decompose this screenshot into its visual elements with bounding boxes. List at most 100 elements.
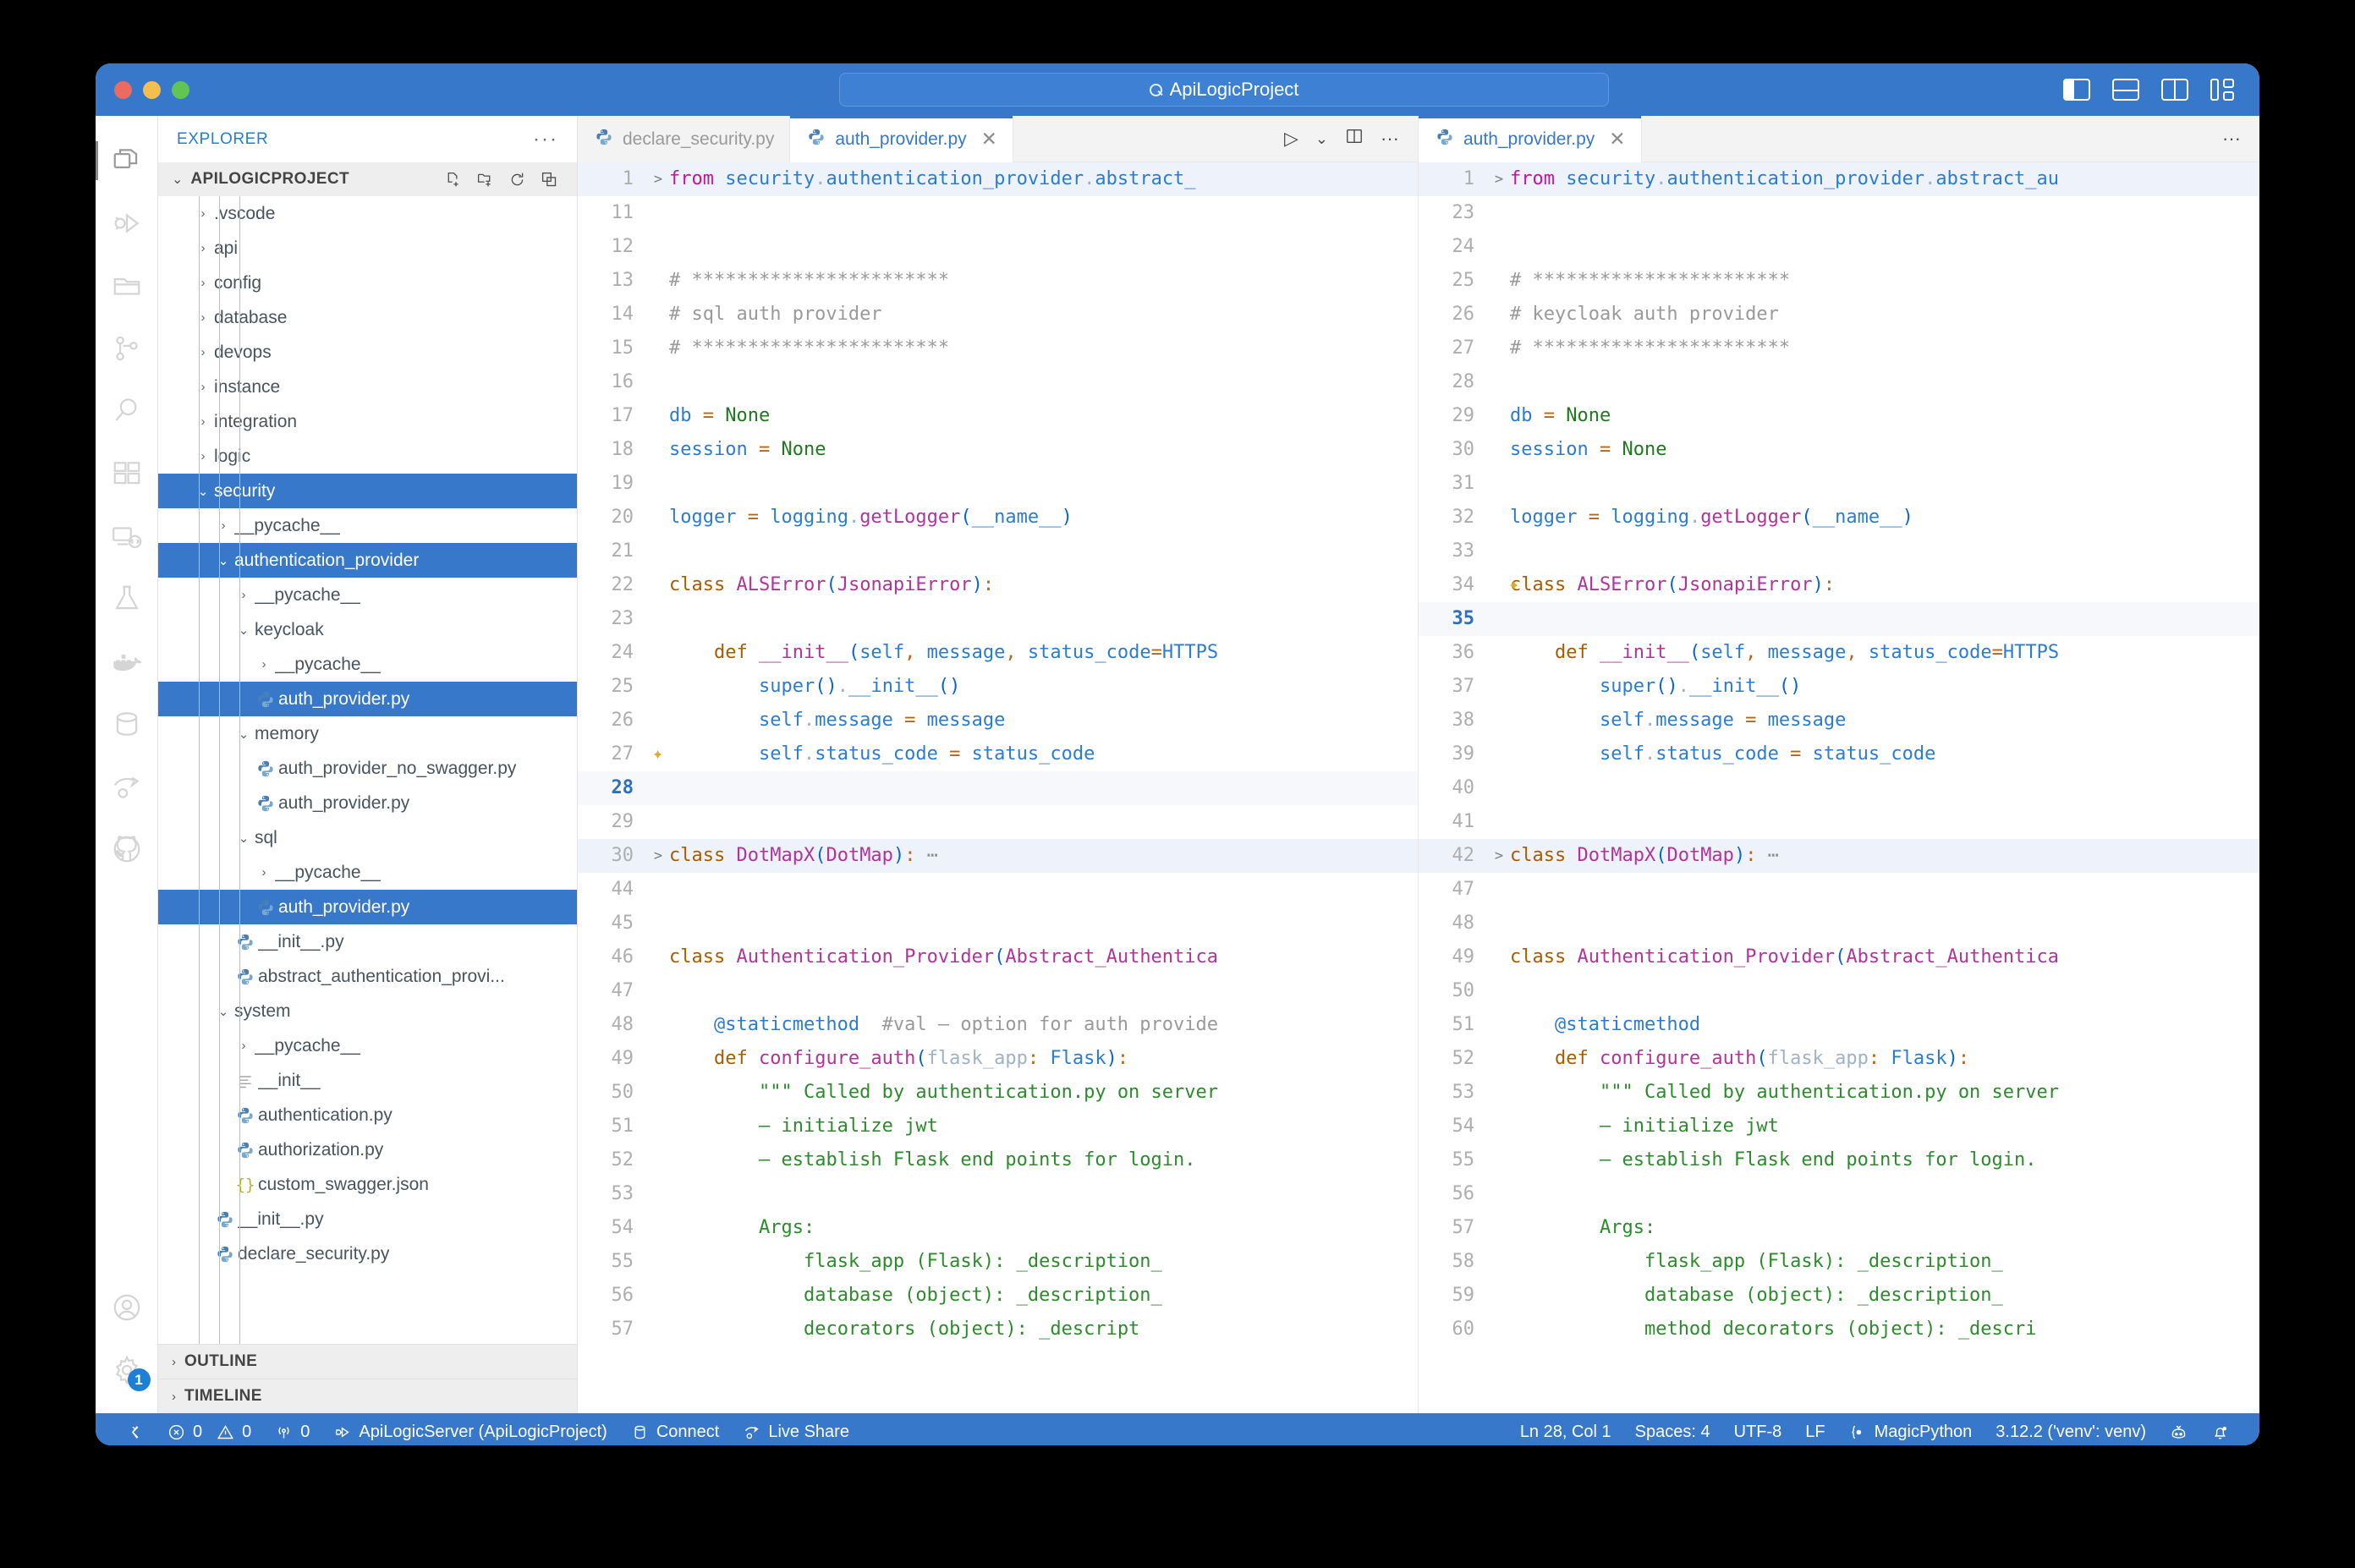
code-line[interactable]: 27 self.status_code = status_code ✦: [578, 737, 1418, 771]
chevron-down-icon[interactable]: ⌄: [212, 1004, 234, 1019]
status-problems[interactable]: 0 0: [156, 1413, 263, 1445]
code-line[interactable]: 57 Args:: [1419, 1211, 2259, 1245]
activity-accounts[interactable]: [96, 1276, 158, 1339]
code-line[interactable]: 25 # ***********************: [1419, 264, 2259, 298]
tree-item-devops[interactable]: › devops: [158, 335, 577, 370]
code-line[interactable]: 50 """ Called by authentication.py on se…: [578, 1076, 1418, 1110]
toggle-panel-icon[interactable]: [2112, 79, 2139, 101]
code-line[interactable]: 31: [1419, 467, 2259, 501]
more-actions-icon[interactable]: ···: [1381, 128, 1399, 150]
code-line[interactable]: 46 class Authentication_Provider(Abstract…: [578, 940, 1418, 974]
chevron-right-icon[interactable]: ›: [233, 588, 255, 602]
run-python-file-icon[interactable]: ▷: [1284, 128, 1298, 150]
code-editor-right[interactable]: 1 > from security.authentication_provider.…: [1419, 162, 2259, 1346]
code-line[interactable]: 45: [578, 907, 1418, 940]
code-line[interactable]: 40: [1419, 771, 2259, 805]
tree-item-security[interactable]: ⌄ security: [158, 474, 577, 508]
code-line[interactable]: 54 — initialize jwt: [1419, 1110, 2259, 1143]
code-line[interactable]: 28: [578, 771, 1418, 805]
code-editor-left[interactable]: 1 > from security.authentication_provider.…: [578, 162, 1418, 1346]
refresh-icon[interactable]: [508, 171, 526, 189]
activity-search[interactable]: [96, 380, 158, 442]
code-line[interactable]: 24 def __init__(self, message, status_co…: [578, 636, 1418, 670]
activity-testing[interactable]: [96, 567, 158, 630]
editor-tab-auth-provider-py[interactable]: auth_provider.py ✕: [1419, 116, 1642, 162]
command-center-search[interactable]: ApiLogicProject: [839, 73, 1609, 107]
activity-extensions[interactable]: [96, 442, 158, 505]
sparkle-suggestion-icon[interactable]: ✦: [652, 737, 663, 771]
status-run-config[interactable]: ApiLogicServer (ApiLogicProject): [321, 1413, 618, 1445]
code-line[interactable]: 54 Args:: [578, 1211, 1418, 1245]
tree-item-authentication-py[interactable]: authentication.py: [158, 1098, 577, 1132]
code-line[interactable]: 26 # keycloak auth provider: [1419, 298, 2259, 332]
tree-item-api[interactable]: › api: [158, 231, 577, 266]
tree-item--pycache-[interactable]: › __pycache__: [158, 1028, 577, 1063]
status-cursor-position[interactable]: Ln 28, Col 1: [1508, 1413, 1623, 1445]
code-line[interactable]: 17 db = None: [578, 399, 1418, 433]
code-line[interactable]: 13 # ***********************: [578, 264, 1418, 298]
status-copilot[interactable]: [2158, 1413, 2199, 1445]
tree-item-auth-provider-py[interactable]: auth_provider.py: [158, 890, 577, 924]
code-line[interactable]: 60 method decorators (object): _descri: [1419, 1313, 2259, 1346]
tree-item-config[interactable]: › config: [158, 266, 577, 300]
tree-item--pycache-[interactable]: › __pycache__: [158, 647, 577, 682]
status-ports[interactable]: 0: [263, 1413, 321, 1445]
tree-item-keycloak[interactable]: ⌄ keycloak: [158, 612, 577, 647]
close-tab-icon[interactable]: ✕: [981, 128, 997, 151]
code-line[interactable]: 25 super().__init__(): [578, 670, 1418, 704]
fold-chevron-icon[interactable]: >: [1488, 162, 1510, 196]
layout-controls[interactable]: [2063, 79, 2237, 101]
code-line[interactable]: 29 db = None: [1419, 399, 2259, 433]
status-language-mode[interactable]: MagicPython: [1837, 1413, 1984, 1445]
status-live-share[interactable]: Live Share: [731, 1413, 861, 1445]
chevron-right-icon[interactable]: ›: [192, 310, 214, 325]
code-line[interactable]: 49 class Authentication_Provider(Abstract…: [1419, 940, 2259, 974]
chevron-right-icon[interactable]: ›: [192, 345, 214, 359]
tab-bar-right[interactable]: auth_provider.py ✕ ···: [1419, 116, 2259, 162]
tree-item--init-py[interactable]: __init__.py: [158, 924, 577, 959]
code-line[interactable]: 36 def __init__(self, message, status_co…: [1419, 636, 2259, 670]
chevron-down-icon[interactable]: ⌄: [192, 484, 214, 499]
fold-chevron-icon[interactable]: >: [1488, 839, 1510, 873]
code-line[interactable]: 11: [578, 196, 1418, 230]
code-line[interactable]: 49 def configure_auth(flask_app: Flask):: [578, 1042, 1418, 1076]
status-encoding[interactable]: UTF-8: [1722, 1413, 1794, 1445]
code-line[interactable]: 20 logger = logging.getLogger(__name__): [578, 501, 1418, 535]
code-line[interactable]: 33: [1419, 535, 2259, 568]
code-line[interactable]: 58 flask_app (Flask): _description_: [1419, 1245, 2259, 1279]
fold-chevron-icon[interactable]: >: [647, 162, 669, 196]
code-line[interactable]: 37 super().__init__(): [1419, 670, 2259, 704]
status-eol[interactable]: LF: [1793, 1413, 1836, 1445]
tree-item-logic[interactable]: › logic: [158, 439, 577, 474]
chevron-right-icon[interactable]: ›: [192, 449, 214, 463]
zoom-window-button[interactable]: [172, 80, 189, 99]
activity-remote-explorer[interactable]: [96, 505, 158, 567]
tree-item-abstract-authentication-provi-[interactable]: abstract_authentication_provi...: [158, 959, 577, 994]
activity-database[interactable]: [96, 693, 158, 755]
tree-item--pycache-[interactable]: › __pycache__: [158, 578, 577, 612]
close-tab-icon[interactable]: ✕: [1609, 128, 1625, 151]
code-line[interactable]: 32 logger = logging.getLogger(__name__): [1419, 501, 2259, 535]
tree-item-custom-swagger-json[interactable]: {} custom_swagger.json: [158, 1167, 577, 1202]
tree-item-system[interactable]: ⌄ system: [158, 994, 577, 1028]
tree-item-auth-provider-py[interactable]: auth_provider.py: [158, 682, 577, 716]
activity-docker[interactable]: [96, 630, 158, 693]
chevron-right-icon[interactable]: ›: [192, 414, 214, 429]
code-line[interactable]: 30 session = None: [1419, 433, 2259, 467]
tab-bar-left[interactable]: declare_security.py auth_provider.py ✕ ▷ ⌄…: [578, 116, 1418, 162]
code-line[interactable]: 1 > from security.authentication_provider.…: [1419, 162, 2259, 196]
split-editor-icon[interactable]: [1345, 127, 1364, 151]
code-line[interactable]: 52 — establish Flask end points for logi…: [578, 1143, 1418, 1177]
chevron-down-icon[interactable]: ⌄: [233, 622, 255, 638]
tree-item--init-[interactable]: __init__: [158, 1063, 577, 1098]
activity-open-folder[interactable]: [96, 255, 158, 317]
editor-actions-left[interactable]: ▷ ⌄ ···: [1265, 116, 1418, 162]
tree-item-authentication-provider[interactable]: ⌄ authentication_provider: [158, 543, 577, 578]
code-line[interactable]: 23: [1419, 196, 2259, 230]
code-line[interactable]: 14 # sql auth provider: [578, 298, 1418, 332]
chevron-right-icon[interactable]: ›: [253, 865, 275, 880]
chevron-down-icon[interactable]: ⌄: [1315, 130, 1328, 148]
activity-source-control[interactable]: [96, 317, 158, 380]
activity-manage-settings[interactable]: 1: [96, 1339, 158, 1401]
code-line[interactable]: 27 # ***********************: [1419, 332, 2259, 365]
